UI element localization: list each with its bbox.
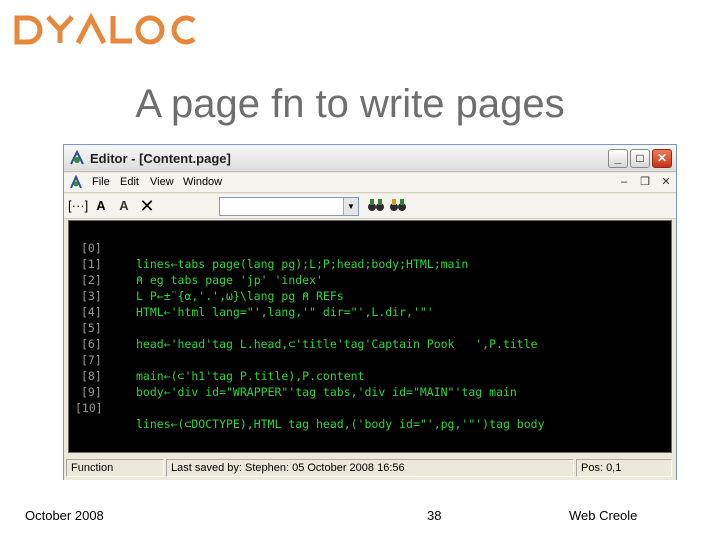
code-line: [6] [69,320,111,351]
code-line: [9] [69,368,111,399]
code-line: [4] [69,288,111,319]
status-position: Pos: 0,1 [576,459,672,477]
status-saved: Last saved by: Stephen: 05 October 2008 … [166,459,574,477]
dyalog-logo [14,12,199,48]
find-binoculars-icon[interactable] [366,197,386,215]
code-line: [3] HTML←'html lang="',lang,'" dir="',L.… [69,272,434,319]
window-title: Editor - [Content.page] [90,151,231,166]
menu-bar: File Edit View Window – ❐ ✕ [64,173,676,193]
editor-window: Editor - [Content.page] _ □ ✕ File Edit … [63,144,677,480]
footer-topic: Web Creole [569,508,638,523]
maximize-button[interactable]: □ [630,149,650,168]
menu-edit[interactable]: Edit [120,176,139,188]
window-titlebar[interactable]: Editor - [Content.page] _ □ ✕ [64,145,676,172]
menu-window[interactable]: Window [183,176,222,188]
code-line: [0] lines←tabs page(lang pg);L;P;head;bo… [69,224,468,271]
menu-file[interactable]: File [92,176,110,188]
line-code[interactable]: body←'div id="WRAPPER"'tag tabs,'div id=… [136,384,517,400]
line-code[interactable]: ⍝ eg tabs page 'jp' 'index' [136,272,323,288]
footer-page-number: 38 [427,508,442,523]
font-a-icon[interactable]: A [91,197,111,215]
minimize-button[interactable]: _ [608,149,628,168]
menu-view[interactable]: View [150,176,174,188]
line-number: [10] [75,401,103,415]
dyalog-app-icon [69,149,86,171]
code-line: [5] head←'head'tag L.head,⊂'title'tag'Ca… [69,304,538,351]
function-combo[interactable]: ▼ [219,197,359,216]
line-code[interactable]: L P←±¨{⍺,'.',⍵}\lang pg ⍝ REFs [136,288,344,304]
code-line: [8] body←'div id="WRAPPER"'tag tabs,'div… [69,352,517,399]
code-line: [7] main←(⊂'h1'tag P.title),P.content [69,336,364,383]
slide-title: A page fn to write pages [135,82,565,126]
replace-binoculars-icon[interactable] [388,197,408,215]
line-code[interactable]: main←(⊂'h1'tag P.title),P.content [136,368,364,384]
footer-date: October 2008 [25,508,104,523]
ellipsis-icon[interactable]: [···] [68,197,88,215]
toolbar: [···] A A ✕ ▼ [64,194,676,219]
line-code[interactable]: lines←(⊂DOCTYPE),HTML tag head,('body id… [136,416,545,432]
font-a-color-icon[interactable]: A [114,197,134,215]
code-line: [1] ⍝ eg tabs page 'jp' 'index' [69,240,323,287]
document-icon[interactable] [69,174,85,195]
status-mode: Function [66,459,164,477]
mdi-restore-icon[interactable]: ❐ [637,175,653,190]
line-code[interactable]: head←'head'tag L.head,⊂'title'tag'Captai… [136,336,538,352]
close-button[interactable]: ✕ [652,149,672,168]
chevron-down-icon[interactable]: ▼ [343,198,358,215]
line-code[interactable]: HTML←'html lang="',lang,'" dir="',L.dir,… [136,304,434,320]
code-line: [2] L P←±¨{⍺,'.',⍵}\lang pg ⍝ REFs [69,256,344,303]
mdi-minimize-icon[interactable]: – [616,175,632,190]
close-x-icon[interactable]: ✕ [137,197,157,215]
line-code[interactable]: lines←tabs page(lang pg);L;P;head;body;H… [136,256,468,272]
code-editor[interactable]: [0] lines←tabs page(lang pg);L;P;head;bo… [68,220,672,453]
mdi-close-icon[interactable]: ✕ [658,175,674,190]
status-bar: Function Last saved by: Stephen: 05 Octo… [64,456,676,480]
code-line: [10] lines←(⊂DOCTYPE),HTML tag head,('bo… [69,384,545,431]
